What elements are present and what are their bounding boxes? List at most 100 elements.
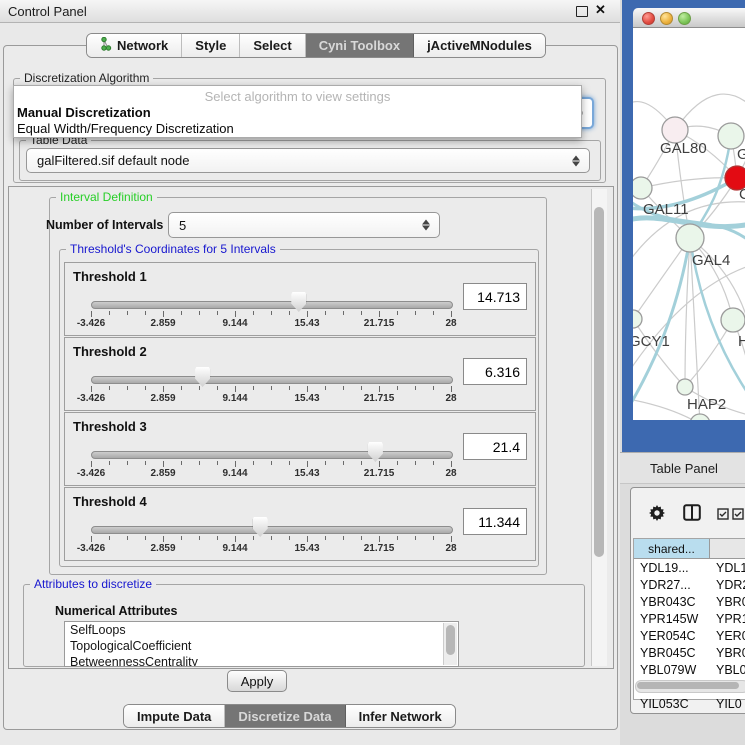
tab-jactivemnodules[interactable]: jActiveMNodules	[414, 34, 545, 57]
close-traffic-light-icon[interactable]	[642, 12, 655, 25]
attributes-scrollbar[interactable]	[443, 623, 457, 665]
table-row[interactable]: YBR045CYBR0	[634, 646, 745, 663]
cell-shared-name: YDR27...	[640, 578, 691, 592]
slider-track[interactable]	[91, 526, 453, 534]
network-node[interactable]	[690, 414, 710, 420]
slider-tick-label: 2.859	[150, 318, 175, 329]
checkbox-icon[interactable]	[732, 507, 744, 525]
network-node-gal4[interactable]	[676, 224, 704, 252]
threshold-value-field[interactable]: 6.316	[463, 358, 527, 385]
slider-thumb[interactable]	[195, 367, 210, 387]
bottom-tab-impute-data[interactable]: Impute Data	[124, 705, 225, 727]
slider-tick	[271, 311, 272, 315]
dropdown-option-manual-discretization[interactable]: Manual Discretization	[17, 105, 151, 120]
float-window-icon[interactable]	[576, 6, 588, 17]
tab-network[interactable]: Network	[87, 34, 182, 57]
table-data-combobox[interactable]: galFiltered.sif default node	[26, 148, 590, 173]
slider-track[interactable]	[91, 451, 453, 459]
attribute-items: SelfLoopsTopologicalCoefficientBetweenne…	[65, 622, 458, 667]
slider-tick-label: 21.715	[364, 543, 395, 554]
slider-tick	[397, 536, 398, 540]
slider-tick	[343, 386, 344, 390]
gear-icon[interactable]	[649, 505, 665, 526]
apply-button[interactable]: Apply	[227, 670, 287, 692]
bottom-tab-discretize-data[interactable]: Discretize Data	[225, 705, 345, 727]
split-columns-icon[interactable]	[683, 504, 701, 526]
table-row[interactable]: YBL079WYBL0	[634, 663, 745, 680]
numerical-attributes-list[interactable]: SelfLoopsTopologicalCoefficientBetweenne…	[64, 621, 459, 667]
slider-tick	[361, 536, 362, 540]
slider-track[interactable]	[91, 301, 453, 309]
network-node-hap2[interactable]	[677, 379, 693, 395]
settings-scrollbar-thumb[interactable]	[594, 207, 604, 557]
attribute-item-selfloops[interactable]: SelfLoops	[65, 622, 458, 638]
threshold-value-field[interactable]: 21.4	[463, 433, 527, 460]
threshold-panel-2: Threshold 2-3.4262.8599.14415.4321.71528…	[64, 337, 536, 411]
slider-tick	[217, 311, 218, 315]
tab-select[interactable]: Select	[240, 34, 305, 57]
table-row[interactable]: YER054CYER0	[634, 629, 745, 646]
node-label: HAP2	[687, 396, 726, 413]
slider-track[interactable]	[91, 376, 453, 384]
slider-tick	[361, 461, 362, 465]
threshold-panel-4: Threshold 4-3.4262.8599.14415.4321.71528…	[64, 487, 536, 561]
bottom-tab-infer-network[interactable]: Infer Network	[346, 705, 455, 727]
slider-thumb[interactable]	[368, 442, 383, 462]
table-hscrollbar[interactable]	[635, 680, 745, 693]
table-hscrollbar-thumb[interactable]	[637, 682, 739, 689]
table-row[interactable]: YBR043CYBR0	[634, 595, 745, 612]
attribute-item-topologicalcoefficient[interactable]: TopologicalCoefficient	[65, 638, 458, 654]
minimize-traffic-light-icon[interactable]	[660, 12, 673, 25]
dropdown-option-equal-width-frequency[interactable]: Equal Width/Frequency Discretization	[17, 121, 234, 136]
slider-tick	[235, 386, 236, 392]
slider-tick	[235, 536, 236, 542]
slider-tick	[217, 536, 218, 540]
slider-tick	[127, 536, 128, 540]
attribute-item-betweennesscentrality[interactable]: BetweennessCentrality	[65, 654, 458, 667]
slider-tick	[235, 311, 236, 317]
slider-thumb[interactable]	[253, 517, 268, 537]
slider-tick	[199, 536, 200, 540]
tab-style[interactable]: Style	[182, 34, 240, 57]
threshold-value-field[interactable]: 14.713	[463, 283, 527, 310]
threshold-label: Threshold 4	[73, 494, 147, 509]
threshold-label: Threshold 3	[73, 419, 147, 434]
table-row[interactable]: YDR27...YDR2	[634, 578, 745, 595]
network-node-h[interactable]	[721, 308, 745, 332]
slider-tick-label: 9.144	[222, 393, 247, 404]
table-panel-title: Table Panel	[650, 461, 718, 476]
slider-tick-label: 15.43	[294, 543, 319, 554]
slider-tick	[307, 461, 308, 467]
network-node-gcy1[interactable]	[633, 310, 642, 328]
threshold-value-field[interactable]: 11.344	[463, 508, 527, 535]
table-row[interactable]: YPR145WYPR1	[634, 612, 745, 629]
node-label: GCY1	[633, 333, 670, 350]
slider-tick	[289, 461, 290, 465]
tab-cyni-toolbox[interactable]: Cyni Toolbox	[306, 34, 414, 57]
cell-shared-name: YPR145W	[640, 612, 698, 626]
close-icon[interactable]: ✕	[595, 2, 606, 18]
column-header-name[interactable]: na	[710, 539, 745, 559]
slider-tick	[289, 536, 290, 540]
slider-tick	[127, 461, 128, 465]
network-canvas[interactable]: GAL80GACGAL11GAL4GCY1HHAP2	[633, 28, 745, 420]
zoom-traffic-light-icon[interactable]	[678, 12, 691, 25]
table-row[interactable]: YIL053CYIL0	[634, 697, 745, 714]
slider-thumb[interactable]	[291, 292, 306, 312]
settings-scrollbar[interactable]	[591, 189, 607, 666]
number-of-intervals-combobox[interactable]: 5	[168, 212, 440, 238]
attributes-scrollbar-thumb[interactable]	[446, 625, 455, 655]
slider-tick	[181, 386, 182, 390]
node-label: GA	[737, 146, 745, 163]
slider-tick	[307, 536, 308, 542]
slider-tick	[451, 386, 452, 392]
slider-tick	[343, 461, 344, 465]
select-all-checkbox-icon[interactable]	[717, 507, 729, 525]
cell-shared-name: YDL19...	[640, 561, 689, 575]
column-header-shared-name[interactable]: shared...	[634, 539, 710, 559]
slider-tick	[163, 386, 164, 392]
table-row[interactable]: YDL19...YDL1	[634, 561, 745, 578]
slider-tick-label: 28	[445, 393, 456, 404]
slider-tick-label: -3.426	[77, 543, 105, 554]
network-node-gal11[interactable]	[633, 177, 652, 199]
